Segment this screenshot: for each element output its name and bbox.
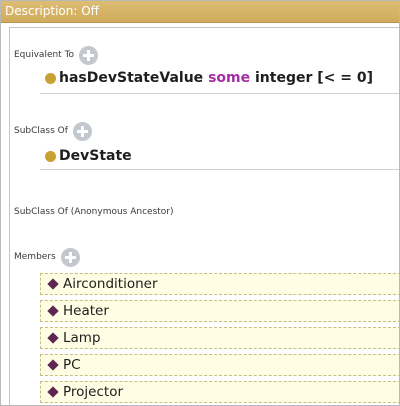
expression-rest: integer [< = 0] <box>254 70 373 86</box>
class-dot-icon <box>45 150 56 162</box>
equivalent-to-label: Equivalent To <box>14 50 75 60</box>
list-item[interactable]: Projector <box>40 381 399 403</box>
individual-diamond-icon <box>47 359 59 371</box>
add-equivalent-button[interactable] <box>79 45 99 65</box>
member-name: Projector <box>63 384 123 400</box>
members-header: Members <box>14 247 80 267</box>
subclass-name: DevState <box>59 148 132 164</box>
equivalent-to-header: Equivalent To <box>14 45 99 65</box>
subclass-of-label: SubClass Of <box>14 126 68 136</box>
individual-diamond-icon <box>47 278 59 290</box>
property-name: hasDevStateValue <box>59 70 204 86</box>
panel-title-bar: Description: Off <box>1 1 399 23</box>
anonymous-ancestor-header: SubClass Of (Anonymous Ancestor) <box>14 202 174 222</box>
member-name: Heater <box>63 303 109 319</box>
individual-diamond-icon <box>47 305 59 317</box>
subclass-divider <box>40 169 399 170</box>
subclass-of-header: SubClass Of <box>14 121 92 141</box>
add-subclass-button[interactable] <box>72 121 92 141</box>
individual-diamond-icon <box>47 332 59 344</box>
member-name: PC <box>63 357 81 373</box>
member-name: Lamp <box>63 330 101 346</box>
list-item[interactable]: Airconditioner <box>40 273 399 295</box>
description-panel: Description: Off Equivalent To hasDevSta… <box>0 0 400 406</box>
panel-title: Description: Off <box>5 4 99 18</box>
add-member-button[interactable] <box>60 247 80 267</box>
class-dot-icon <box>45 72 56 84</box>
list-item[interactable]: Lamp <box>40 327 399 349</box>
list-item[interactable]: PC <box>40 354 399 376</box>
member-name: Airconditioner <box>63 276 158 292</box>
keyword-some: some <box>208 70 251 86</box>
members-label: Members <box>14 252 56 262</box>
subclass-item[interactable]: DevState <box>45 148 132 164</box>
equivalent-divider <box>40 93 399 94</box>
anonymous-ancestor-label: SubClass Of (Anonymous Ancestor) <box>14 207 174 217</box>
equivalent-expression[interactable]: hasDevStateValue some integer [< = 0] <box>45 70 373 86</box>
list-item[interactable]: Heater <box>40 300 399 322</box>
individual-diamond-icon <box>47 386 59 398</box>
